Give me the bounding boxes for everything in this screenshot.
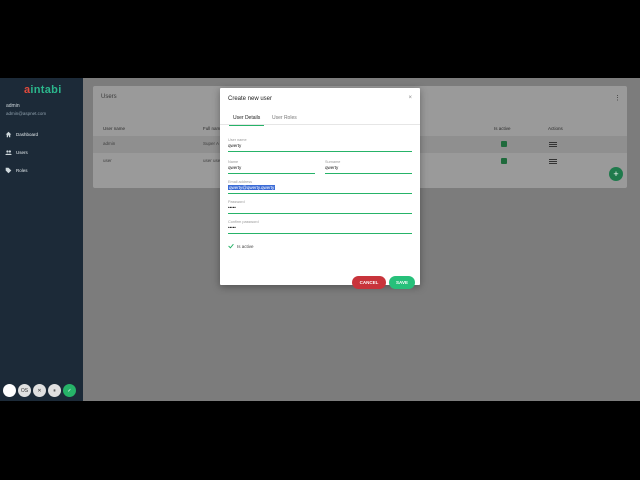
email-value: qwerty@qwerty.qwerty	[228, 185, 276, 190]
sidebar-item-label: Roles	[16, 167, 28, 173]
surname-field[interactable]: Surname qwerty	[325, 160, 412, 174]
sidebar-item-roles[interactable]: Roles	[0, 162, 83, 178]
is-active-label: Is active	[237, 243, 254, 249]
more-menu-icon[interactable]: ⋮	[614, 94, 621, 102]
username-field[interactable]: User name qwerty	[228, 138, 412, 152]
confirm-password-field[interactable]: Confirm password •••••	[228, 220, 412, 234]
sidebar-item-users[interactable]: Users	[0, 144, 83, 160]
record-button[interactable]	[3, 384, 16, 397]
current-user-email: admin@aspnet.com	[6, 111, 47, 116]
check-icon	[228, 243, 234, 249]
is-active-checkbox	[501, 141, 507, 147]
create-user-dialog: Create new user × User Details User Role…	[220, 88, 420, 289]
close-button[interactable]: ✕	[33, 384, 46, 397]
column-header-is-active[interactable]: Is active	[494, 126, 511, 131]
os-button[interactable]: OS	[18, 384, 31, 397]
close-icon[interactable]: ×	[408, 95, 412, 101]
column-header-actions: Actions	[548, 126, 563, 131]
cell-fullname: user use	[203, 158, 221, 163]
add-user-button[interactable]: +	[609, 167, 623, 181]
password-field[interactable]: Password •••••	[228, 200, 412, 214]
sidebar-item-label: Users	[16, 149, 28, 155]
users-icon	[5, 149, 12, 155]
actions-menu-icon[interactable]	[549, 159, 557, 164]
save-button[interactable]: SAVE	[389, 276, 415, 289]
pause-button[interactable]: ⏸	[48, 384, 61, 397]
app-logo: aintabi	[24, 84, 62, 96]
current-user-name: admin	[6, 103, 20, 109]
sidebar-item-label: Dashboard	[16, 131, 39, 137]
cell-username: admin	[103, 141, 116, 146]
email-field[interactable]: Email address qwerty@qwerty.qwerty	[228, 180, 412, 194]
sidebar-item-dashboard[interactable]: Dashboard	[0, 126, 83, 142]
bottom-toolbar: OS ✕ ⏸ ✓	[3, 384, 76, 397]
tag-icon	[5, 167, 12, 173]
is-active-toggle[interactable]: Is active	[228, 243, 254, 249]
is-active-checkbox	[501, 158, 507, 164]
cancel-button[interactable]: CANCEL	[352, 276, 386, 289]
actions-menu-icon[interactable]	[549, 142, 557, 147]
name-field[interactable]: Name qwerty	[228, 160, 315, 174]
dialog-title: Create new user	[228, 96, 273, 102]
confirm-button[interactable]: ✓	[63, 384, 76, 397]
card-title: Users	[101, 94, 117, 100]
sidebar: aintabi admin admin@aspnet.com Dashboard…	[0, 78, 83, 401]
tabs-divider	[220, 124, 420, 125]
cell-fullname: Super A	[203, 141, 220, 146]
column-header-username[interactable]: User name	[103, 126, 125, 131]
app-screen: aintabi admin admin@aspnet.com Dashboard…	[0, 78, 640, 401]
cell-username: user	[103, 158, 112, 163]
home-icon	[5, 131, 12, 137]
